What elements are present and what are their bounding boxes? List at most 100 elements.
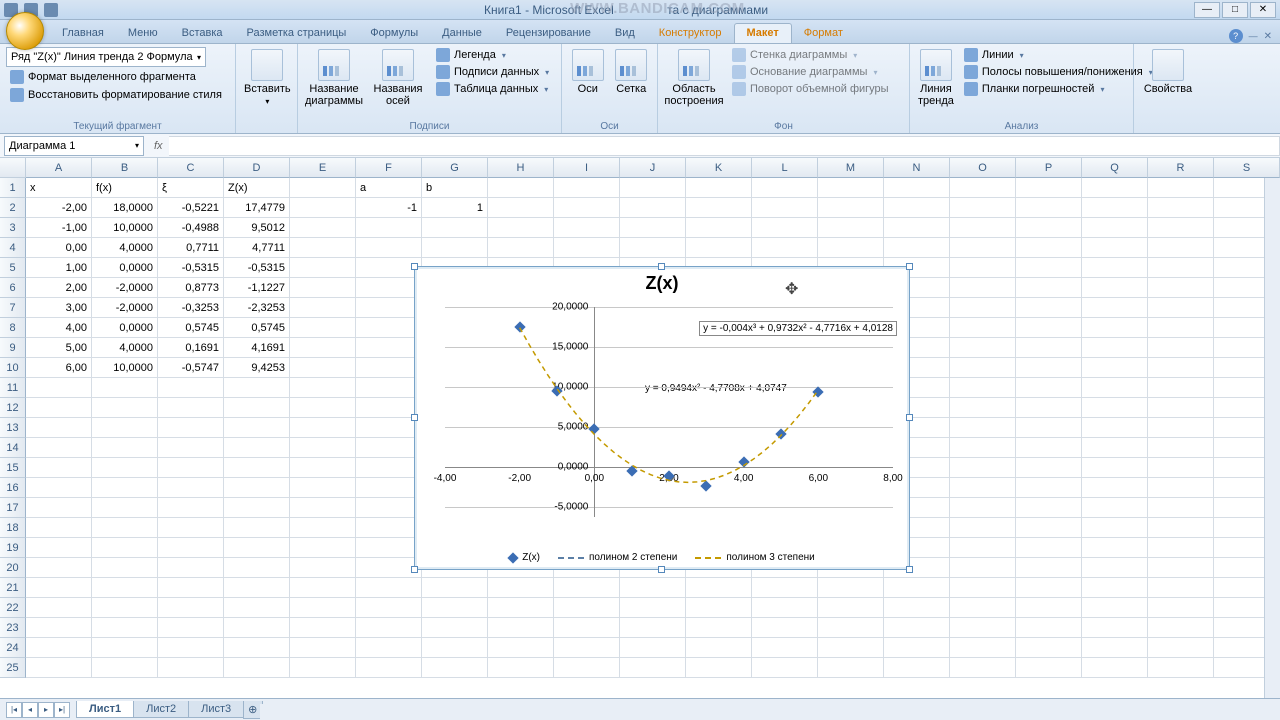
resize-handle[interactable] — [658, 263, 665, 270]
cell[interactable] — [554, 598, 620, 618]
row-header[interactable]: 8 — [0, 318, 26, 338]
trendline-button[interactable]: Линия тренда — [916, 47, 956, 109]
cell[interactable] — [554, 658, 620, 678]
sheet-nav-next[interactable]: ▸ — [38, 702, 54, 718]
cell[interactable] — [950, 398, 1016, 418]
cell[interactable] — [1082, 458, 1148, 478]
cell[interactable] — [158, 438, 224, 458]
cell[interactable] — [356, 598, 422, 618]
cell[interactable] — [422, 618, 488, 638]
cell[interactable] — [26, 578, 92, 598]
cell[interactable] — [818, 618, 884, 638]
cell[interactable] — [1082, 358, 1148, 378]
cell[interactable] — [224, 378, 290, 398]
tab-chart-format[interactable]: Формат — [792, 24, 855, 43]
cell[interactable] — [950, 258, 1016, 278]
cell[interactable] — [290, 358, 356, 378]
cell[interactable] — [158, 378, 224, 398]
plot-area[interactable]: y = -0,004x³ + 0,9732x² - 4,7716x + 4,01… — [445, 307, 893, 517]
tab-menu[interactable]: Меню — [116, 24, 170, 43]
cell[interactable] — [1148, 318, 1214, 338]
cell[interactable]: 0,0000 — [92, 318, 158, 338]
cell[interactable] — [950, 558, 1016, 578]
cell[interactable] — [950, 218, 1016, 238]
cell[interactable] — [1082, 258, 1148, 278]
cell[interactable]: 18,0000 — [92, 198, 158, 218]
cell[interactable] — [950, 178, 1016, 198]
cell[interactable] — [488, 578, 554, 598]
cell[interactable] — [26, 658, 92, 678]
cell[interactable] — [1016, 198, 1082, 218]
cell[interactable] — [620, 578, 686, 598]
cell[interactable] — [488, 618, 554, 638]
cell[interactable] — [158, 538, 224, 558]
cell[interactable] — [290, 598, 356, 618]
cell[interactable] — [1016, 398, 1082, 418]
row-header[interactable]: 11 — [0, 378, 26, 398]
cell[interactable] — [290, 398, 356, 418]
cell[interactable]: 4,0000 — [92, 238, 158, 258]
cell[interactable] — [488, 198, 554, 218]
cell[interactable] — [686, 218, 752, 238]
cell[interactable] — [158, 618, 224, 638]
cell[interactable] — [224, 578, 290, 598]
cell[interactable] — [158, 518, 224, 538]
cell[interactable] — [92, 578, 158, 598]
chart-element-selector[interactable]: Ряд "Z(x)" Линия тренда 2 Формула▾ — [6, 47, 206, 67]
format-selection-button[interactable]: Формат выделенного фрагмента — [6, 69, 200, 85]
cell[interactable] — [290, 258, 356, 278]
doc-close-icon[interactable]: ✕ — [1264, 31, 1272, 42]
sheet-tab[interactable]: Лист1 — [76, 701, 134, 718]
cell[interactable] — [818, 658, 884, 678]
cell[interactable] — [752, 638, 818, 658]
cell[interactable] — [290, 458, 356, 478]
cell[interactable] — [356, 578, 422, 598]
cell[interactable] — [950, 238, 1016, 258]
cell[interactable] — [290, 638, 356, 658]
cell[interactable] — [356, 538, 422, 558]
cell[interactable] — [1148, 458, 1214, 478]
cell[interactable] — [26, 478, 92, 498]
column-header[interactable]: O — [950, 158, 1016, 178]
cell[interactable] — [356, 458, 422, 478]
cell[interactable] — [356, 498, 422, 518]
cell[interactable] — [26, 438, 92, 458]
column-header[interactable]: M — [818, 158, 884, 178]
tab-chart-design[interactable]: Конструктор — [647, 24, 734, 43]
column-header[interactable]: R — [1148, 158, 1214, 178]
fx-icon[interactable]: fx — [154, 140, 163, 152]
cell[interactable] — [1016, 378, 1082, 398]
cell[interactable]: -0,5315 — [158, 258, 224, 278]
cell[interactable] — [92, 598, 158, 618]
cell[interactable]: 0,00 — [26, 238, 92, 258]
cell[interactable] — [290, 178, 356, 198]
cell[interactable] — [224, 398, 290, 418]
cell[interactable] — [950, 638, 1016, 658]
cell[interactable]: 2,00 — [26, 278, 92, 298]
reset-style-button[interactable]: Восстановить форматирование стиля — [6, 87, 226, 103]
cell[interactable]: 1 — [422, 198, 488, 218]
cell[interactable] — [752, 598, 818, 618]
column-header[interactable]: N — [884, 158, 950, 178]
cell[interactable] — [752, 658, 818, 678]
cell[interactable] — [1016, 638, 1082, 658]
cell[interactable] — [290, 218, 356, 238]
cell[interactable] — [1148, 218, 1214, 238]
cell[interactable] — [290, 578, 356, 598]
cell[interactable]: 0,1691 — [158, 338, 224, 358]
cell[interactable] — [1016, 358, 1082, 378]
tab-data[interactable]: Данные — [430, 24, 494, 43]
row-header[interactable]: 22 — [0, 598, 26, 618]
sheet-tab[interactable]: Лист2 — [133, 701, 189, 718]
cell[interactable] — [818, 578, 884, 598]
cell[interactable] — [1082, 478, 1148, 498]
row-header[interactable]: 3 — [0, 218, 26, 238]
updown-bars-button[interactable]: Полосы повышения/понижения — [960, 64, 1157, 80]
column-header[interactable]: H — [488, 158, 554, 178]
cell[interactable] — [92, 558, 158, 578]
column-header[interactable]: A — [26, 158, 92, 178]
resize-handle[interactable] — [411, 414, 418, 421]
cell[interactable] — [1082, 518, 1148, 538]
cell[interactable] — [950, 198, 1016, 218]
data-table-button[interactable]: Таблица данных — [432, 81, 553, 97]
